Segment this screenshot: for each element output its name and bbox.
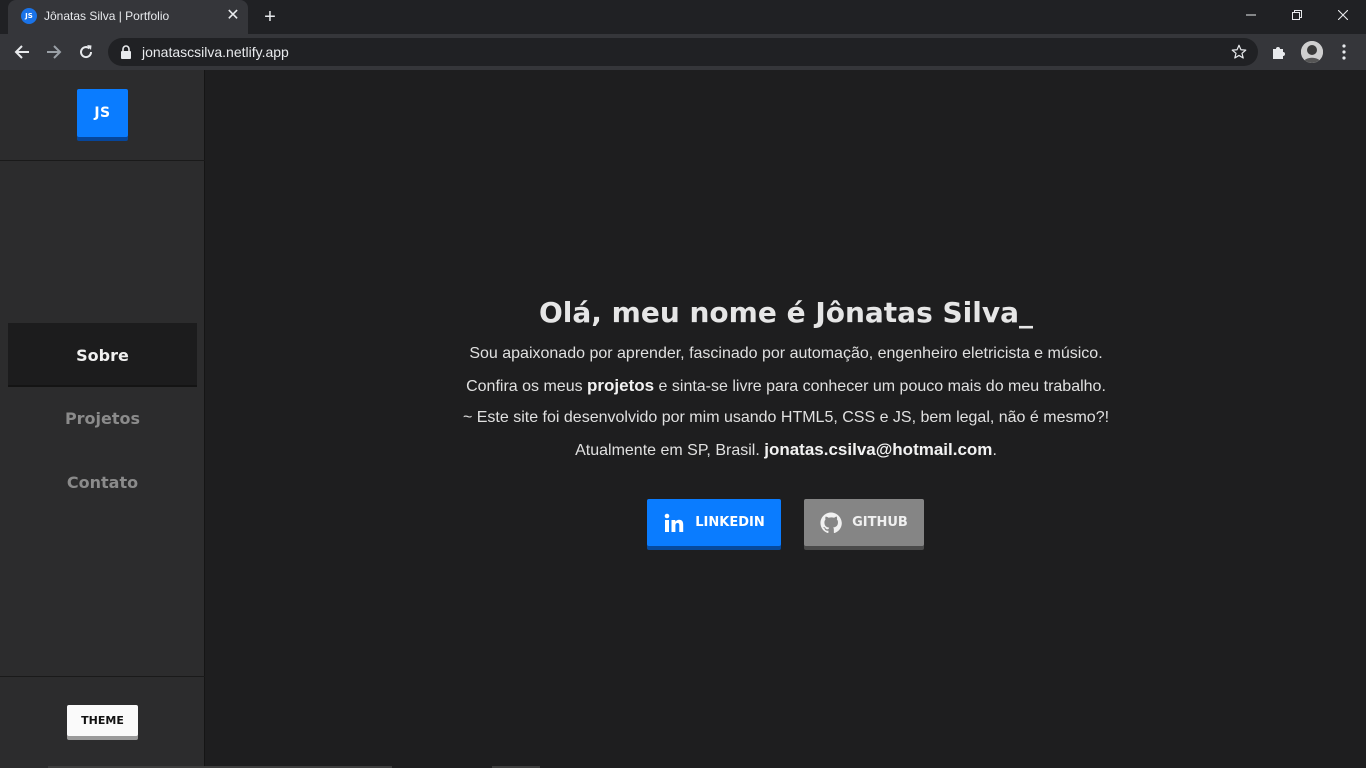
linkedin-label: LINKEDIN bbox=[695, 515, 765, 530]
nav-item-sobre[interactable]: Sobre bbox=[8, 323, 197, 387]
linkedin-icon bbox=[663, 512, 685, 534]
browser-tab[interactable]: JS Jônatas Silva | Portfolio ✕ bbox=[8, 0, 248, 34]
intro-line-4: Atualmente em SP, Brasil. jonatas.csilva… bbox=[206, 440, 1366, 460]
github-button[interactable]: GITHUB bbox=[804, 499, 924, 546]
web-page: JS Sobre Projetos Contato THEME Olá, meu… bbox=[0, 70, 1366, 768]
url-text: jonatascsilva.netlify.app bbox=[142, 44, 289, 60]
reload-icon[interactable] bbox=[73, 39, 99, 65]
plus-icon[interactable]: + bbox=[259, 6, 281, 28]
email-link[interactable]: jonatas.csilva@hotmail.com bbox=[764, 440, 992, 459]
intro-line-4-pre: Atualmente em SP, Brasil. bbox=[575, 442, 765, 459]
logo-area: JS bbox=[0, 70, 205, 161]
intro-line-2-post: e sinta-se livre para conhecer um pouco … bbox=[654, 378, 1106, 395]
intro-line-1: Sou apaixonado por aprender, fascinado p… bbox=[469, 345, 1103, 362]
page-title: Olá, meu nome é Jônatas Silva_ bbox=[538, 296, 1034, 329]
main-content: Olá, meu nome é Jônatas Silva_ Sou apaix… bbox=[206, 70, 1366, 768]
browser-tab-bar: JS Jônatas Silva | Portfolio ✕ + bbox=[0, 0, 1366, 34]
nav-item-projetos[interactable]: Projetos bbox=[8, 386, 197, 450]
theme-button[interactable]: THEME bbox=[67, 705, 138, 736]
tab-title: Jônatas Silva | Portfolio bbox=[44, 9, 170, 23]
sidebar: JS Sobre Projetos Contato THEME bbox=[0, 70, 205, 768]
kebab-menu-icon[interactable] bbox=[1333, 41, 1355, 63]
close-icon[interactable]: ✕ bbox=[224, 7, 242, 25]
sidebar-footer: THEME bbox=[0, 676, 205, 768]
logo-button[interactable]: JS bbox=[77, 89, 128, 137]
window-close-icon[interactable] bbox=[1320, 0, 1366, 30]
intro-line-2: Confira os meus projetos e sinta-se livr… bbox=[206, 376, 1366, 396]
puzzle-icon[interactable] bbox=[1268, 41, 1290, 63]
minimize-icon[interactable] bbox=[1228, 0, 1274, 30]
avatar-icon[interactable] bbox=[1301, 41, 1323, 63]
intro-line-4-post: . bbox=[992, 442, 997, 459]
browser-toolbar: jonatascsilva.netlify.app bbox=[0, 34, 1366, 70]
intro-line-3: ~ Este site foi desenvolvido por mim usa… bbox=[462, 409, 1110, 426]
nav-item-contato[interactable]: Contato bbox=[8, 450, 197, 514]
github-icon bbox=[820, 511, 842, 534]
github-label: GITHUB bbox=[852, 515, 908, 530]
projects-link[interactable]: projetos bbox=[587, 376, 654, 395]
restore-icon[interactable] bbox=[1274, 0, 1320, 30]
lock-icon bbox=[121, 45, 131, 59]
address-bar[interactable]: jonatascsilva.netlify.app bbox=[108, 38, 1258, 66]
arrow-right-icon[interactable] bbox=[41, 39, 67, 65]
star-icon[interactable] bbox=[1230, 43, 1248, 61]
favicon-icon: JS bbox=[21, 8, 37, 24]
intro-line-2-pre: Confira os meus bbox=[466, 378, 588, 395]
linkedin-button[interactable]: LINKEDIN bbox=[647, 499, 781, 546]
arrow-left-icon[interactable] bbox=[9, 39, 35, 65]
